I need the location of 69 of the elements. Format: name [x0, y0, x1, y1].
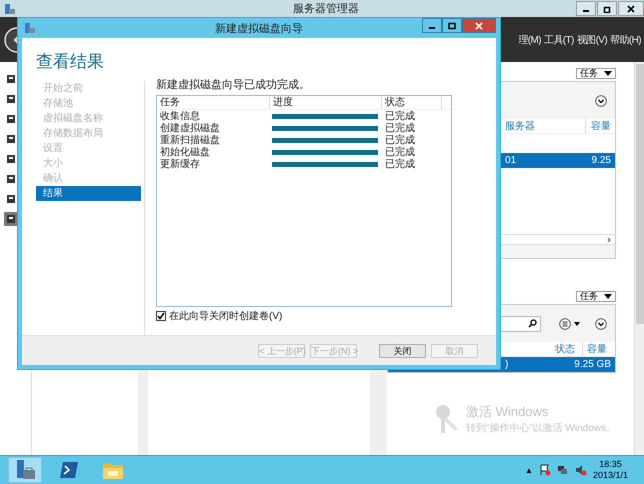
expand-icon[interactable] [595, 318, 607, 330]
result-message: 新建虚拟磁盘向导已成功完成。 [156, 78, 311, 92]
task-name: 初始化磁盘 [159, 146, 211, 158]
caret-icon [604, 294, 612, 299]
table-cell: 9.25 [592, 155, 611, 166]
close-icon [627, 4, 635, 12]
step-item[interactable]: 结果 [36, 186, 141, 201]
taskbar-button[interactable] [8, 457, 42, 483]
restore-button[interactable] [597, 1, 617, 16]
checkbox-label: 在此向导关闭时创建卷(V) [169, 310, 282, 323]
task-status: 已完成 [384, 110, 416, 122]
network-icon[interactable] [556, 464, 569, 476]
chevron-right-icon[interactable] [606, 236, 612, 242]
close-button[interactable] [618, 1, 644, 16]
tasks-dropdown[interactable]: 任务 [576, 68, 616, 79]
list-icon[interactable] [559, 318, 581, 330]
terminal-icon [59, 461, 79, 479]
flag-icon[interactable] [538, 464, 551, 476]
column-header[interactable]: 进度 [270, 96, 382, 109]
scrollbar[interactable] [634, 62, 644, 455]
task-status: 已完成 [384, 122, 416, 134]
column-header[interactable]: 状态 [382, 96, 442, 109]
column-header[interactable]: 容量 [585, 119, 611, 133]
menu-item[interactable]: 视图(V) [576, 32, 608, 46]
nav-icon[interactable] [4, 212, 18, 226]
activation-text: 转到“操作中心”以激活 Windows。 [466, 422, 616, 435]
table-cell: ) [504, 359, 508, 370]
menu-item[interactable]: 工具(T) [544, 32, 574, 46]
window-title: 服务器管理器 [292, 2, 360, 16]
table-cell: 9.25 GB [574, 359, 611, 370]
minimize-button[interactable] [422, 18, 442, 33]
key-icon [434, 403, 460, 435]
column-header[interactable]: 任务 [157, 96, 270, 109]
back-button[interactable] [4, 26, 17, 52]
clock-time[interactable]: 18:35 [599, 459, 622, 470]
task-name: 更新缓存 [159, 158, 201, 171]
volume-icon[interactable] [574, 464, 587, 476]
maximize-button[interactable] [442, 18, 462, 33]
page-heading: 查看结果 [36, 51, 105, 73]
restore-icon [603, 4, 611, 12]
app-icon [24, 22, 36, 34]
window-title: 新建虚拟磁盘向导 [214, 22, 304, 36]
close-icon [475, 22, 483, 30]
checkbox[interactable] [156, 311, 166, 321]
search-icon [528, 319, 537, 328]
tray-overflow-button[interactable]: ▲ [525, 466, 533, 474]
clock-date[interactable]: 2013/1/1 [592, 470, 628, 481]
column-header[interactable]: 服务器 [504, 119, 535, 133]
create-volume-checkbox[interactable]: 在此向导关闭时创建卷(V) [156, 309, 496, 323]
task-name: 收集信息 [159, 110, 201, 122]
expand-icon[interactable] [595, 94, 607, 106]
activation-title: 激活 Windows [466, 403, 550, 421]
column-header[interactable]: 容量 [582, 342, 607, 356]
task-name: 重新扫描磁盘 [159, 134, 221, 146]
caret-icon [604, 71, 612, 76]
menu-item[interactable]: 理(M) [518, 32, 541, 46]
task-name: 创建虚拟磁盘 [159, 122, 221, 134]
close-button[interactable]: 关闭 [379, 344, 426, 358]
column-header[interactable]: 状态 [555, 342, 575, 356]
menu-item[interactable]: 帮助(H) [610, 32, 641, 46]
check-icon [157, 312, 165, 320]
app-icon [4, 2, 16, 14]
minimize-button[interactable] [576, 1, 596, 16]
task-status: 已完成 [384, 134, 416, 146]
folder-icon [102, 460, 124, 480]
table-cell: 01 [504, 155, 516, 166]
tasks-dropdown[interactable]: 任务 [576, 291, 616, 302]
maximize-icon [448, 22, 456, 30]
server-toolbox-icon [14, 459, 36, 481]
